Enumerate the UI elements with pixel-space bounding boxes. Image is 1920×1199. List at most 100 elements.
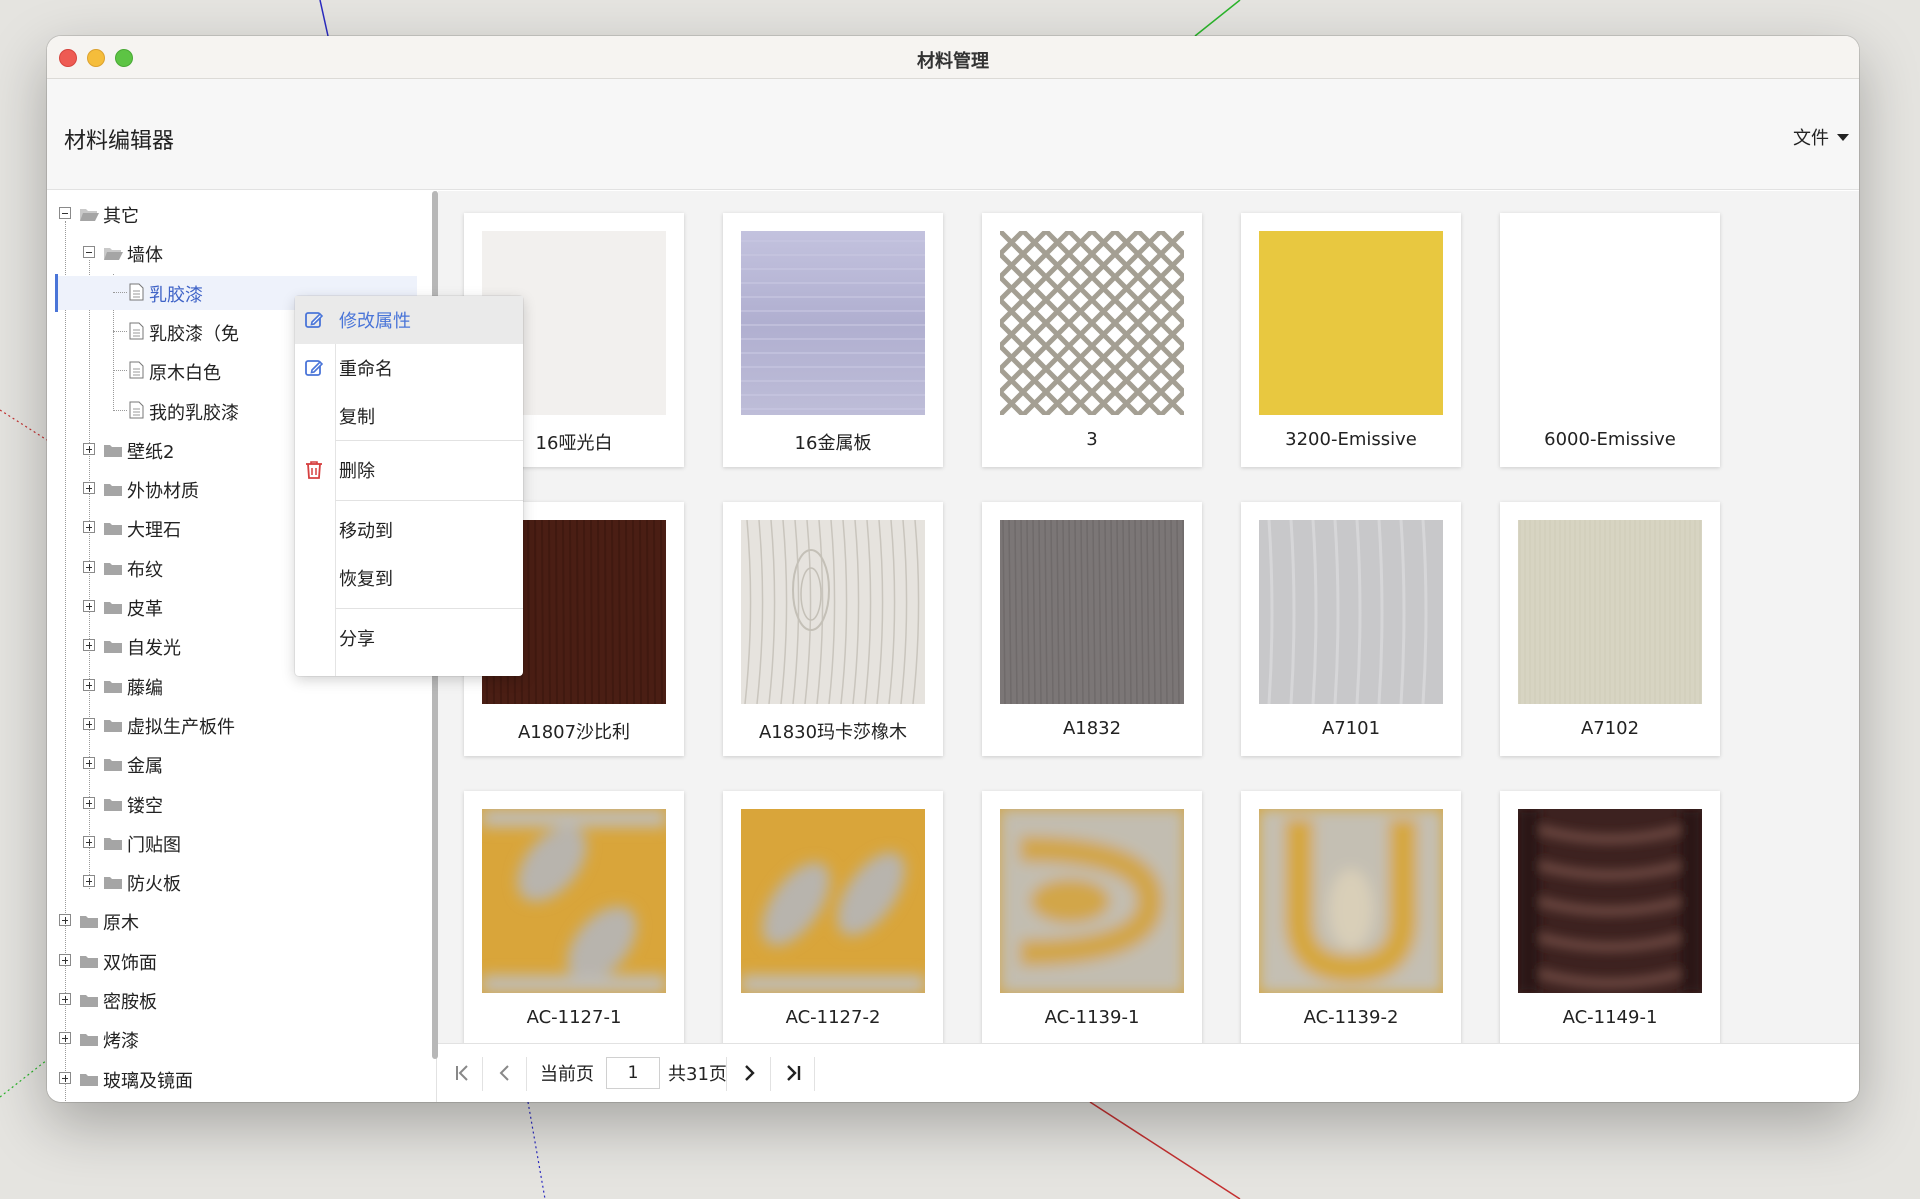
previous-page-icon[interactable] — [494, 1062, 516, 1084]
material-name: 3200-Emissive — [1285, 429, 1417, 450]
folder-icon — [103, 874, 123, 890]
tree-item-label: 藤编 — [127, 677, 163, 699]
collapse-icon[interactable] — [83, 246, 95, 259]
folder-icon — [103, 560, 123, 575]
folder-icon — [103, 756, 123, 772]
expand-icon[interactable] — [83, 482, 95, 495]
menu-item[interactable]: 修改属性 — [295, 296, 523, 344]
material-thumbnail — [1518, 520, 1702, 704]
folder-icon — [79, 1031, 99, 1047]
menu-item-label: 恢复到 — [339, 569, 393, 590]
expand-icon[interactable] — [83, 796, 95, 809]
material-card[interactable]: A1830玛卡莎橡木 — [723, 502, 943, 756]
folder-icon — [79, 913, 99, 929]
expand-icon[interactable] — [83, 600, 95, 612]
expand-icon[interactable] — [59, 993, 71, 1005]
folder-icon — [79, 953, 99, 968]
folder-open-icon — [79, 206, 99, 221]
expand-icon[interactable] — [83, 442, 95, 455]
material-thumbnail — [1000, 231, 1184, 415]
material-card[interactable]: A7101 — [1241, 502, 1461, 756]
tree-item-label: 门贴图 — [127, 834, 181, 856]
expand-icon[interactable] — [83, 875, 95, 888]
material-card[interactable]: 3200-Emissive — [1241, 213, 1461, 467]
expand-icon[interactable] — [83, 639, 95, 652]
tree-item-label: 镂空 — [127, 795, 163, 817]
document-icon — [129, 322, 144, 340]
material-name: A7101 — [1321, 718, 1381, 739]
menu-item[interactable]: 重命名 — [295, 344, 523, 392]
tree-item-label: 布纹 — [127, 559, 163, 581]
next-page-icon[interactable] — [738, 1062, 760, 1084]
tree-folder[interactable]: 虚拟生产板件 — [47, 706, 427, 742]
menu-item-label: 分享 — [339, 629, 375, 650]
last-page-icon[interactable] — [782, 1062, 804, 1084]
tree-folder[interactable]: 墙体 — [47, 234, 427, 270]
material-name: AC-1139-1 — [1044, 1007, 1140, 1028]
menu-item-label: 复制 — [339, 407, 375, 428]
material-card[interactable]: AC-1139-2 — [1241, 791, 1461, 1045]
tree-item-label: 密胺板 — [103, 992, 157, 1013]
first-page-icon[interactable] — [452, 1062, 474, 1084]
file-menu-label: 文件 — [1793, 128, 1829, 149]
tree-folder[interactable]: 原木 — [47, 902, 427, 938]
expand-icon[interactable] — [83, 678, 95, 691]
tree-folder[interactable]: 防火板 — [47, 863, 427, 899]
material-card[interactable]: 16金属板 — [723, 213, 943, 467]
tree-folder[interactable]: 其它 — [47, 195, 427, 231]
material-thumbnail — [1259, 519, 1443, 705]
material-card[interactable]: AC-1139-1 — [982, 791, 1202, 1045]
tree-folder[interactable]: 金属 — [47, 745, 427, 781]
tree-folder[interactable]: 门贴图 — [47, 824, 427, 860]
tree-folder[interactable]: 石英石 — [47, 1099, 427, 1102]
material-name: AC-1127-1 — [526, 1007, 622, 1028]
expand-icon[interactable] — [83, 717, 95, 730]
menu-item[interactable]: 复制 — [295, 392, 523, 440]
expand-icon[interactable] — [59, 1071, 71, 1084]
app-header: 材料编辑器 文件 — [47, 79, 1859, 190]
tree-item-label: 乳胶漆（免 — [149, 323, 239, 345]
tree-item-label: 墙体 — [127, 245, 163, 267]
folder-icon — [103, 599, 123, 614]
tree-folder[interactable]: 镂空 — [47, 785, 427, 821]
edit-icon — [303, 357, 325, 379]
file-menu[interactable]: 文件 — [1793, 124, 1849, 150]
tree-folder[interactable]: 密胺板 — [47, 981, 427, 1017]
menu-item[interactable]: 删除 — [295, 446, 523, 494]
tree-folder[interactable]: 双饰面 — [47, 942, 427, 978]
expand-icon[interactable] — [83, 521, 95, 534]
folder-icon — [79, 992, 99, 1007]
material-card[interactable]: AC-1127-2 — [723, 791, 943, 1045]
material-card[interactable]: 6000-Emissive — [1500, 213, 1720, 467]
expand-icon[interactable] — [83, 757, 95, 770]
collapse-icon[interactable] — [59, 207, 71, 219]
material-thumbnail — [1000, 519, 1186, 705]
expand-icon[interactable] — [59, 1032, 71, 1045]
material-card[interactable]: AC-1127-1 — [464, 791, 684, 1045]
material-name: AC-1127-2 — [785, 1007, 881, 1028]
folder-icon — [103, 481, 123, 497]
current-page-input[interactable] — [606, 1057, 660, 1089]
material-card[interactable]: A7102 — [1500, 502, 1720, 756]
tree-item-label: 壁纸2 — [127, 441, 175, 463]
expand-icon[interactable] — [59, 953, 71, 966]
folder-icon — [103, 678, 123, 693]
expand-icon[interactable] — [83, 560, 95, 573]
menu-item[interactable]: 恢复到 — [295, 554, 523, 602]
material-card[interactable]: A1832 — [982, 502, 1202, 756]
material-thumbnail — [1000, 809, 1184, 993]
tree-folder[interactable]: 烤漆 — [47, 1020, 427, 1056]
folder-open-icon — [103, 245, 123, 261]
material-name: 16金属板 — [794, 433, 872, 454]
material-thumbnail — [1518, 809, 1702, 993]
expand-icon[interactable] — [59, 914, 71, 927]
tree-item-label: 其它 — [103, 206, 139, 227]
menu-item[interactable]: 移动到 — [295, 506, 523, 554]
tree-item-label: 烤漆 — [103, 1031, 139, 1053]
tree-item-label: 大理石 — [127, 520, 181, 542]
tree-folder[interactable]: 玻璃及镜面 — [47, 1060, 427, 1096]
material-card[interactable]: 3 — [982, 213, 1202, 467]
material-card[interactable]: AC-1149-1 — [1500, 791, 1720, 1045]
menu-item[interactable]: 分享 — [295, 614, 523, 662]
expand-icon[interactable] — [83, 835, 95, 848]
